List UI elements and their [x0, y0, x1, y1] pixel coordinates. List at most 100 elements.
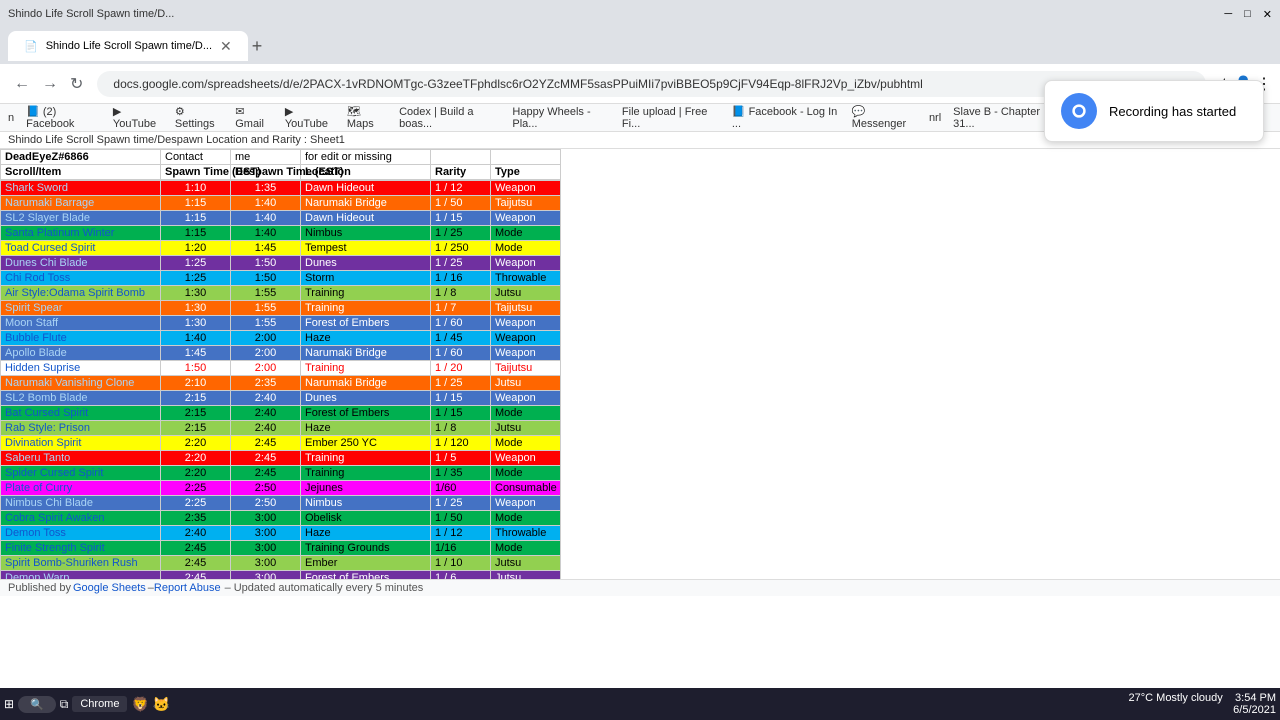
rarity: 1 / 7 [431, 301, 491, 316]
bookmark-maps[interactable]: 🗺 Maps [347, 105, 387, 130]
type: Throwable [491, 526, 561, 541]
type: Weapon [491, 331, 561, 346]
item-link[interactable]: Spirit Spear [5, 302, 62, 314]
start-btn[interactable]: ⊞ [4, 697, 14, 711]
bookmark-codex[interactable]: Codex | Build a boas... [399, 106, 500, 130]
chrome-taskbar[interactable]: Chrome [72, 696, 127, 712]
bookmark-item[interactable]: n [8, 112, 14, 124]
window-title: Shindo Life Scroll Spawn time/D... [8, 8, 174, 20]
bookmark-happy-wheels[interactable]: Happy Wheels - Pla... [512, 106, 610, 130]
bookmark-facebook[interactable]: 📘 (2) Facebook [26, 105, 101, 130]
despawn-time: 3:00 [231, 526, 301, 541]
table-row: Spirit Bomb-Shuriken Rush 2:453:00Ember1… [1, 556, 561, 571]
item-name: Spirit Spear [1, 301, 161, 316]
bookmark-file-upload[interactable]: File upload | Free Fi... [622, 106, 720, 130]
taskbar-icon3[interactable]: 🐱 [153, 696, 170, 713]
rarity: 1 / 60 [431, 316, 491, 331]
item-link[interactable]: Apollo Blade [5, 347, 67, 359]
close-btn[interactable]: ✕ [1263, 8, 1272, 21]
item-link[interactable]: Narumaki Vanishing Clone [5, 377, 134, 389]
type: Weapon [491, 211, 561, 226]
taskbar-icon2[interactable]: 🦁 [131, 696, 148, 713]
taskbar-time: 27°C Mostly cloudy 3:54 PM 6/5/2021 [1129, 692, 1276, 716]
item-link[interactable]: Saberu Tanto [5, 452, 70, 464]
maximize-btn[interactable]: □ [1244, 8, 1251, 21]
despawn-time: 2:50 [231, 496, 301, 511]
item-link[interactable]: Bat Cursed Spirit [5, 407, 88, 419]
type: Jutsu [491, 421, 561, 436]
despawn-time: 2:00 [231, 331, 301, 346]
bookmark-youtube2[interactable]: ▶ YouTube [285, 105, 335, 130]
spawn-time: 2:45 [161, 541, 231, 556]
item-link[interactable]: Divination Spirit [5, 437, 81, 449]
recording-icon [1061, 93, 1097, 129]
task-view-btn[interactable]: ⧉ [60, 697, 69, 712]
type: Taijutsu [491, 301, 561, 316]
google-sheets-link[interactable]: Google Sheets [73, 582, 146, 594]
spawn-time: 1:25 [161, 271, 231, 286]
type: Taijutsu [491, 361, 561, 376]
despawn-time: 1:55 [231, 316, 301, 331]
item-link[interactable]: Narumaki Barrage [5, 197, 94, 209]
forward-btn[interactable]: → [36, 71, 64, 97]
bookmark-gmail[interactable]: ✉ Gmail [235, 105, 273, 130]
item-link[interactable]: Finite Strength Spirit [5, 542, 105, 554]
item-link[interactable]: Toad Cursed Spirit [5, 242, 96, 254]
bookmark-nrl[interactable]: nrl [929, 112, 941, 124]
despawn-time: 1:50 [231, 271, 301, 286]
bookmark-messenger[interactable]: 💬 Messenger [852, 105, 917, 130]
item-link[interactable]: Spider Cursed Spirit [5, 467, 103, 479]
item-link[interactable]: SL2 Bomb Blade [5, 392, 88, 404]
item-link[interactable]: Air Style:Odama Spirit Bomb [5, 287, 145, 299]
spawn-time: 2:15 [161, 391, 231, 406]
search-btn[interactable]: 🔍 [18, 696, 56, 713]
type: Mode [491, 226, 561, 241]
despawn-time: 1:55 [231, 286, 301, 301]
back-btn[interactable]: ← [8, 71, 36, 97]
item-link[interactable]: Demon Toss [5, 527, 66, 539]
item-link[interactable]: Demon Warp [5, 572, 69, 579]
location: Dawn Hideout [301, 211, 431, 226]
location: Haze [301, 331, 431, 346]
item-link[interactable]: Cobra Spirit Awaken [5, 512, 104, 524]
published-by: Published by [8, 582, 71, 594]
item-link[interactable]: Rab Style: Prison [5, 422, 90, 434]
item-link[interactable]: Plate of Curry [5, 482, 72, 494]
bookmark-youtube[interactable]: ▶ YouTube [113, 105, 163, 130]
item-name: Finite Strength Spirit [1, 541, 161, 556]
new-tab-btn[interactable]: + [252, 36, 263, 57]
minimize-btn[interactable]: ─ [1224, 8, 1232, 21]
item-link[interactable]: Dunes Chi Blade [5, 257, 88, 269]
active-tab[interactable]: 📄 Shindo Life Scroll Spawn time/D... ✕ [8, 31, 248, 61]
item-link[interactable]: Shark Sword [5, 182, 68, 194]
rarity: 1 / 12 [431, 526, 491, 541]
spreadsheet-area: DeadEyeZ#6866 Contact me for edit or mis… [0, 149, 1280, 579]
sheet-doc-title: Shindo Life Scroll Spawn time/Despawn Lo… [8, 134, 345, 146]
report-abuse-link[interactable]: Report Abuse [154, 582, 221, 594]
col-location: Location [301, 165, 431, 180]
item-link[interactable]: SL2 Slayer Blade [5, 212, 90, 224]
item-link[interactable]: Santa Platinum Winter [5, 227, 114, 239]
despawn-time: 3:00 [231, 556, 301, 571]
address-bar[interactable]: docs.google.com/spreadsheets/d/e/2PACX-1… [97, 71, 1206, 97]
item-link[interactable]: Chi Rod Toss [5, 272, 70, 284]
item-name: Bat Cursed Spirit [1, 406, 161, 421]
item-link[interactable]: Spirit Bomb-Shuriken Rush [5, 557, 138, 569]
bookmark-facebook2[interactable]: 📘 Facebook - Log In ... [732, 105, 840, 130]
col-item: Scroll/Item [1, 165, 161, 180]
item-link[interactable]: Hidden Suprise [5, 362, 80, 374]
update-text: – Updated automatically every 5 minutes [225, 582, 424, 594]
location: Nimbus [301, 226, 431, 241]
status-bar: Published by Google Sheets – Report Abus… [0, 579, 1280, 596]
type: Mode [491, 541, 561, 556]
item-link[interactable]: Bubble Flute [5, 332, 67, 344]
table-row: Bat Cursed Spirit 2:152:40Forest of Embe… [1, 406, 561, 421]
item-name: Apollo Blade [1, 346, 161, 361]
refresh-btn[interactable]: ↻ [64, 70, 89, 98]
item-link[interactable]: Moon Staff [5, 317, 58, 329]
item-name: Nimbus Chi Blade [1, 496, 161, 511]
tab-close-btn[interactable]: ✕ [220, 38, 232, 55]
item-link[interactable]: Nimbus Chi Blade [5, 497, 93, 509]
bookmark-slave-b[interactable]: Slave B - Chapter 31... [953, 106, 1055, 130]
bookmark-settings[interactable]: ⚙ Settings [175, 105, 223, 130]
